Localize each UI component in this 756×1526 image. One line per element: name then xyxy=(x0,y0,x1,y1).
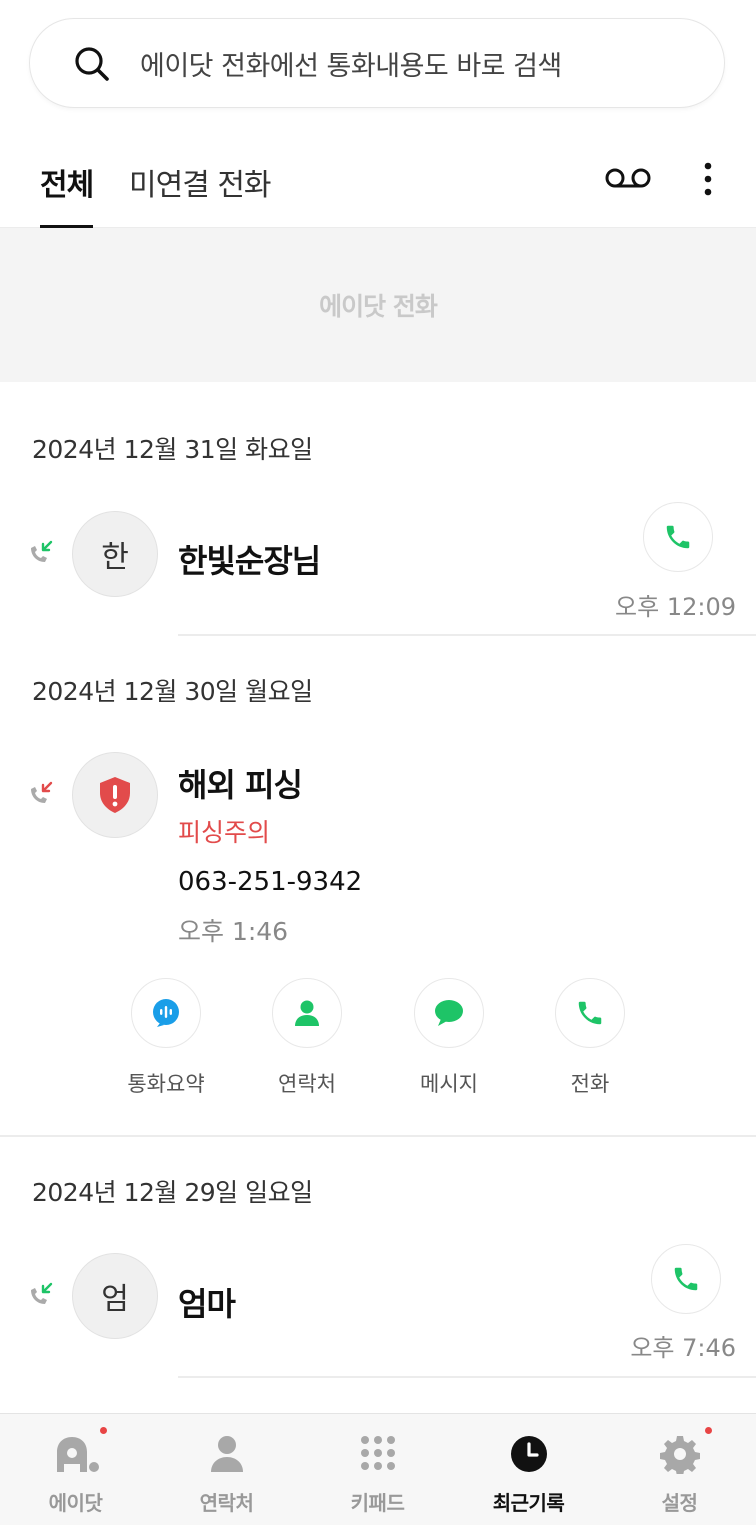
tab-missed-calls[interactable]: 미연결 전화 xyxy=(129,160,272,204)
action-label: 메시지 xyxy=(420,1072,478,1096)
call-button[interactable] xyxy=(651,1244,721,1314)
bottom-navigation: 에이닷 연락처 키패드 최근기록 설정 xyxy=(0,1413,756,1525)
voicemail-icon[interactable] xyxy=(605,168,651,190)
phishing-warning-label: 피싱주의 xyxy=(178,818,271,847)
avatar[interactable]: 엄 xyxy=(72,1253,158,1339)
contact-name[interactable]: 한빛순장님 xyxy=(178,536,321,582)
more-options-icon[interactable] xyxy=(700,160,716,200)
action-label: 연락처 xyxy=(278,1072,336,1096)
avatar[interactable]: 한 xyxy=(72,511,158,597)
call-summary-icon xyxy=(153,999,179,1027)
clock-icon xyxy=(510,1436,547,1472)
date-header: 2024년 12월 29일 일요일 xyxy=(32,1178,313,1207)
nav-contacts[interactable]: 연락처 xyxy=(151,1414,302,1526)
missed-call-icon xyxy=(31,781,53,803)
call-summary-action[interactable]: 통화요약 xyxy=(106,978,226,1098)
call-time: 오후 7:46 xyxy=(630,1334,736,1362)
divider xyxy=(0,1135,756,1137)
nav-label: 최근기록 xyxy=(492,1491,565,1515)
search-bar[interactable]: 에이닷 전화에선 통화내용도 바로 검색 xyxy=(29,18,725,108)
nav-recents[interactable]: 최근기록 xyxy=(453,1414,604,1526)
contact-name[interactable]: 해외 피싱 xyxy=(178,760,303,806)
phone-icon xyxy=(666,525,690,549)
search-icon xyxy=(75,47,109,81)
search-placeholder: 에이닷 전화에선 통화내용도 바로 검색 xyxy=(140,50,562,82)
divider xyxy=(178,1376,756,1378)
promo-banner[interactable]: 에이닷 전화 xyxy=(0,228,756,382)
adot-icon xyxy=(56,1437,99,1472)
nav-label: 에이닷 xyxy=(48,1491,103,1515)
phone-number: 063-251-9342 xyxy=(178,867,363,897)
action-label: 전화 xyxy=(570,1072,610,1096)
incoming-call-icon xyxy=(31,1282,53,1304)
notification-dot xyxy=(100,1427,107,1434)
call-action[interactable]: 전화 xyxy=(530,978,650,1098)
tab-all[interactable]: 전체 xyxy=(40,160,94,228)
phone-icon xyxy=(674,1267,698,1291)
nav-label: 설정 xyxy=(661,1491,698,1515)
person-icon xyxy=(295,1000,319,1026)
nav-adot[interactable]: 에이닷 xyxy=(0,1414,151,1526)
contact-name[interactable]: 엄마 xyxy=(178,1279,236,1325)
tab-bar: 전체 미연결 전화 xyxy=(0,130,756,228)
call-button[interactable] xyxy=(643,502,713,572)
phone-icon xyxy=(578,1001,602,1025)
gear-icon xyxy=(659,1436,700,1474)
nav-label: 키패드 xyxy=(350,1491,405,1515)
nav-label: 연락처 xyxy=(199,1491,254,1515)
date-header: 2024년 12월 31일 화요일 xyxy=(32,435,313,464)
notification-dot xyxy=(705,1427,712,1434)
incoming-call-icon xyxy=(31,540,53,562)
message-icon xyxy=(435,1000,463,1026)
keypad-icon xyxy=(360,1436,395,1470)
banner-text: 에이닷 전화 xyxy=(319,292,438,321)
nav-settings[interactable]: 설정 xyxy=(604,1414,755,1526)
shield-warning-icon xyxy=(100,777,130,813)
phishing-avatar[interactable] xyxy=(72,752,158,838)
call-time: 오후 12:09 xyxy=(615,593,736,621)
message-action[interactable]: 메시지 xyxy=(389,978,509,1098)
call-time: 오후 1:46 xyxy=(178,917,289,946)
date-header: 2024년 12월 30일 월요일 xyxy=(32,677,313,706)
divider xyxy=(178,634,756,636)
contact-action[interactable]: 연락처 xyxy=(247,978,367,1098)
action-label: 통화요약 xyxy=(127,1072,205,1096)
nav-keypad[interactable]: 키패드 xyxy=(302,1414,453,1526)
person-icon xyxy=(210,1436,243,1472)
